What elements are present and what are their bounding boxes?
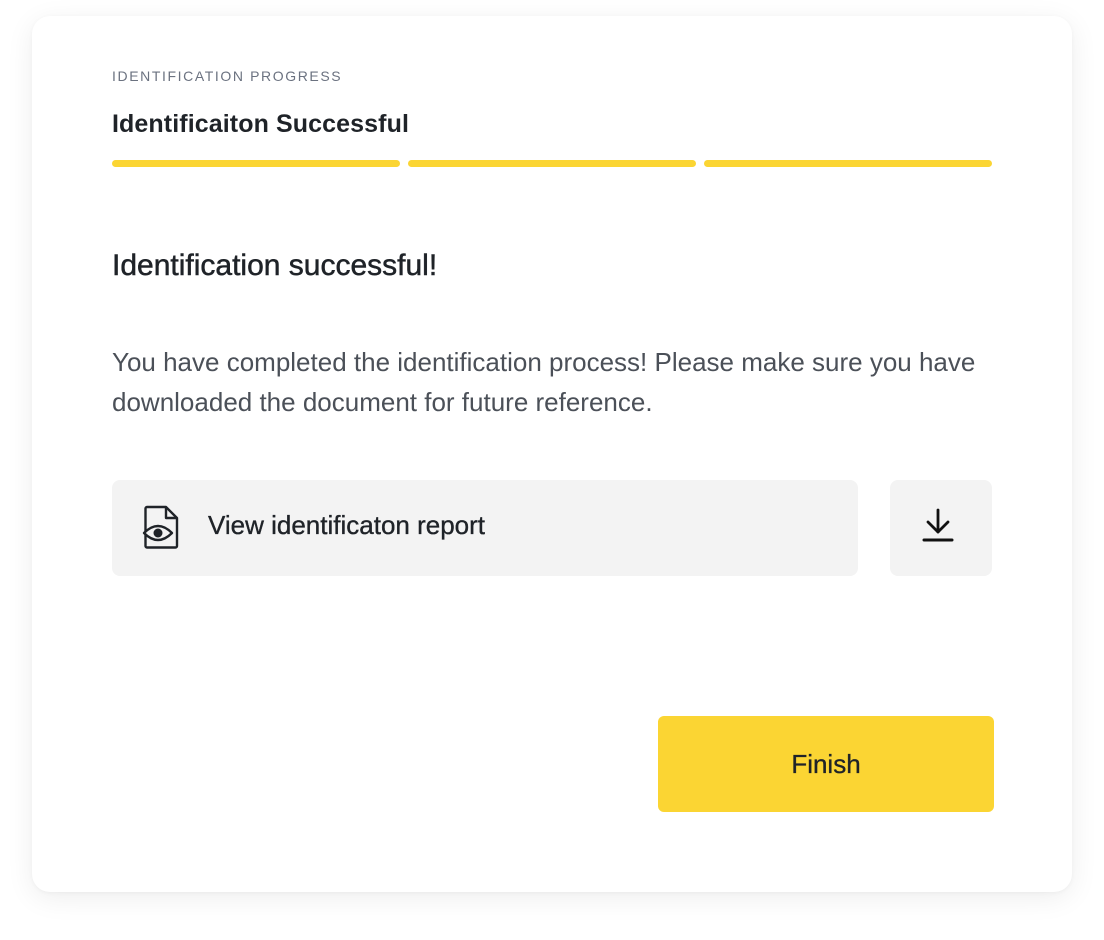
progress-title: Identificaiton Successful bbox=[112, 110, 410, 138]
progress-label: IDENTIFICATION PROGRESS bbox=[112, 68, 343, 84]
finish-button[interactable]: Finish bbox=[658, 716, 994, 812]
view-report-label: View identificaton report bbox=[208, 510, 486, 540]
success-heading: Identification successful! bbox=[112, 249, 438, 283]
identification-card: IDENTIFICATION PROGRESS Identificaiton S… bbox=[32, 16, 1072, 892]
progress-step-1 bbox=[112, 160, 400, 167]
progress-steps bbox=[112, 160, 992, 168]
success-message: You have completed the identification pr… bbox=[112, 347, 976, 417]
progress-step-2 bbox=[408, 160, 696, 167]
download-icon bbox=[922, 508, 958, 546]
download-button[interactable] bbox=[890, 480, 992, 576]
document-eye-icon bbox=[142, 504, 182, 550]
progress-step-3 bbox=[704, 160, 992, 167]
view-report-button[interactable]: View identificaton report bbox=[112, 480, 858, 576]
